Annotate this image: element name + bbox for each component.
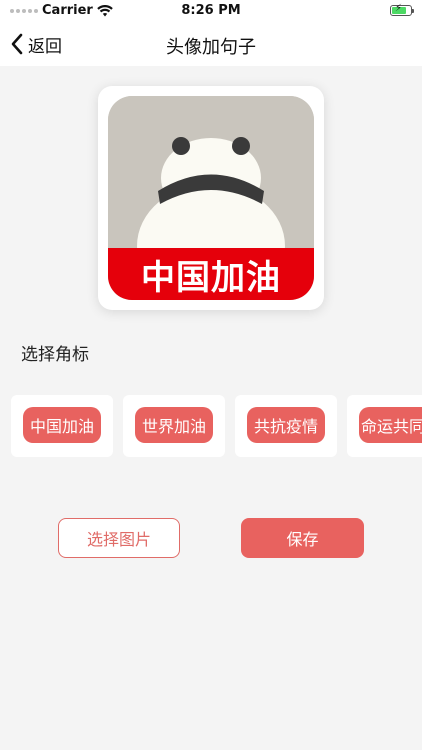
badge-banner-text: 中国加油 <box>141 257 281 298</box>
badge-option[interactable]: 世界加油 <box>123 395 225 457</box>
badge-option[interactable]: 命运共同体 <box>347 395 422 457</box>
avatar-preview-card: 中国加油 <box>98 86 324 310</box>
badge-option[interactable]: 共抗疫情 <box>235 395 337 457</box>
select-image-button[interactable]: 选择图片 <box>58 518 180 558</box>
badge-option-label: 中国加油 <box>23 407 101 443</box>
badge-options-list[interactable]: 中国加油 世界加油 共抗疫情 命运共同体 <box>11 395 422 457</box>
avatar-image[interactable]: 中国加油 <box>108 96 314 300</box>
status-time: 8:26 PM <box>181 3 241 18</box>
nav-bar: 返回 头像加句子 <box>0 22 422 66</box>
section-title: 选择角标 <box>21 345 89 365</box>
badge-banner: 中国加油 <box>108 248 314 300</box>
save-button[interactable]: 保存 <box>241 518 364 558</box>
page-title: 头像加句子 <box>166 37 256 58</box>
badge-option[interactable]: 中国加油 <box>11 395 113 457</box>
badge-option-label: 命运共同体 <box>359 407 422 443</box>
badge-option-label: 共抗疫情 <box>247 407 325 443</box>
badge-option-label: 世界加油 <box>135 407 213 443</box>
battery-icon: ⚡ <box>390 3 414 16</box>
charging-icon: ⚡ <box>395 3 403 14</box>
status-bar: Carrier 8:26 PM ⚡ <box>0 0 422 22</box>
